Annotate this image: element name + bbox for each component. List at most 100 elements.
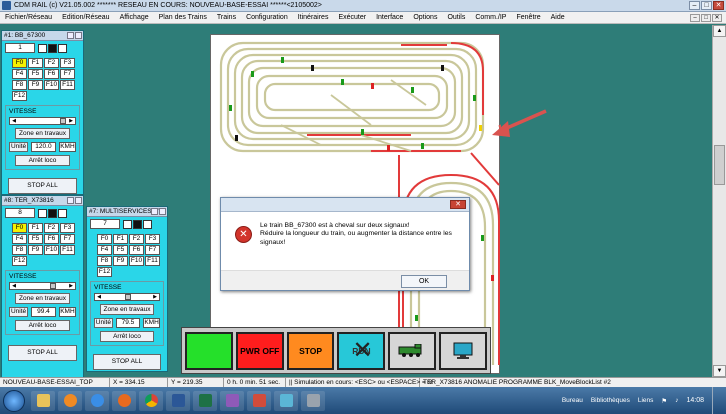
function-f11-button[interactable]: F11 xyxy=(60,245,75,255)
menu-options[interactable]: Options xyxy=(408,14,442,21)
slider-right-arrow-icon[interactable]: ▶ xyxy=(67,118,75,124)
menu-comm-ip[interactable]: Comm./IP xyxy=(470,14,511,21)
ok-button[interactable]: OK xyxy=(401,275,447,288)
slider-left-arrow-icon[interactable]: ◀ xyxy=(10,118,18,124)
menu-plan-trains[interactable]: Plan des Trains xyxy=(154,14,212,21)
function-f0-button[interactable]: F0 xyxy=(12,58,27,68)
slider-right-arrow-icon[interactable]: ▶ xyxy=(67,283,75,289)
stop-all-button[interactable]: STOP ALL xyxy=(93,354,161,370)
speed-value-field[interactable]: 79.5 xyxy=(115,318,141,328)
function-f1-button[interactable]: F1 xyxy=(113,234,128,244)
menu-affichage[interactable]: Affichage xyxy=(115,14,154,21)
screen-button[interactable] xyxy=(439,332,487,370)
menu-interface[interactable]: Interface xyxy=(371,14,408,21)
function-f12-button[interactable]: F12 xyxy=(12,256,27,266)
tray-bibliotheques[interactable]: Bibliothèques xyxy=(591,397,630,404)
minimize-button[interactable]: – xyxy=(689,1,700,10)
menu-trains[interactable]: Trains xyxy=(212,14,241,21)
speed-slider-thumb[interactable] xyxy=(50,283,56,289)
function-f8-button[interactable]: F8 xyxy=(12,245,27,255)
function-f4-button[interactable]: F4 xyxy=(12,234,27,244)
function-f10-button[interactable]: F10 xyxy=(44,245,59,255)
speed-slider[interactable]: ◀ ▶ xyxy=(94,293,160,301)
dialog-close-button[interactable]: ✕ xyxy=(450,200,466,209)
zone-travaux-button[interactable]: Zone en travaux xyxy=(15,128,70,139)
show-desktop-button[interactable] xyxy=(712,387,720,414)
tray-bureau[interactable]: Bureau xyxy=(562,397,583,404)
function-f0-button[interactable]: F0 xyxy=(97,234,112,244)
function-f10-button[interactable]: F10 xyxy=(44,80,59,90)
function-f12-button[interactable]: F12 xyxy=(97,267,112,277)
taskbar-app-word[interactable] xyxy=(166,390,190,411)
function-f2-button[interactable]: F2 xyxy=(44,58,59,68)
slider-left-arrow-icon[interactable]: ◀ xyxy=(95,294,103,300)
scroll-up-arrow-icon[interactable]: ▲ xyxy=(713,25,726,37)
start-button[interactable] xyxy=(3,389,25,412)
taskbar-app-media[interactable] xyxy=(58,390,82,411)
function-f9-button[interactable]: F9 xyxy=(28,80,43,90)
panel-minimize-button[interactable] xyxy=(67,197,74,204)
function-f10-button[interactable]: F10 xyxy=(129,256,144,266)
panel-close-button[interactable] xyxy=(159,208,166,215)
zone-travaux-button[interactable]: Zone en travaux xyxy=(15,293,70,304)
taskbar-app-excel[interactable] xyxy=(193,390,217,411)
function-f2-button[interactable]: F2 xyxy=(44,223,59,233)
vertical-scrollbar[interactable]: ▲ ▼ xyxy=(712,25,726,377)
function-f3-button[interactable]: F3 xyxy=(60,223,75,233)
unit-button[interactable]: Unité xyxy=(9,142,29,152)
menu-fichier[interactable]: Fichier/Réseau xyxy=(0,14,57,21)
function-f8-button[interactable]: F8 xyxy=(97,256,112,266)
locomotive-button[interactable] xyxy=(388,332,437,370)
function-f8-button[interactable]: F8 xyxy=(12,80,27,90)
taskbar-app-extra[interactable] xyxy=(274,390,298,411)
function-f3-button[interactable]: F3 xyxy=(60,58,75,68)
stop-all-button[interactable]: STOP ALL xyxy=(8,178,77,194)
loco-number-stepper[interactable]: 7 xyxy=(90,219,120,229)
tray-flag-icon[interactable]: ⚑ xyxy=(661,397,667,405)
slider-right-arrow-icon[interactable]: ▶ xyxy=(151,294,159,300)
function-f2-button[interactable]: F2 xyxy=(129,234,144,244)
panel-close-button[interactable] xyxy=(75,32,82,39)
speed-value-field[interactable]: 120.0 xyxy=(31,142,56,152)
loco-panel-8[interactable]: #8: TER_X73816 8 F0 F1 F2 F3 F4 F5 F6 F7… xyxy=(1,195,84,384)
taskbar-app-cdmrail[interactable] xyxy=(247,390,271,411)
function-f11-button[interactable]: F11 xyxy=(60,80,75,90)
menu-aide[interactable]: Aide xyxy=(546,14,570,21)
speed-slider[interactable]: ◀ ▶ xyxy=(9,117,76,125)
taskbar-app-other[interactable] xyxy=(220,390,244,411)
panel-minimize-button[interactable] xyxy=(67,32,74,39)
function-f7-button[interactable]: F7 xyxy=(60,234,75,244)
menu-itineraires[interactable]: Itinéraires xyxy=(293,14,334,21)
function-f7-button[interactable]: F7 xyxy=(60,69,75,79)
run-button[interactable]: RUN ✕ xyxy=(337,332,386,370)
function-f1-button[interactable]: F1 xyxy=(28,223,43,233)
function-f9-button[interactable]: F9 xyxy=(113,256,128,266)
function-f5-button[interactable]: F5 xyxy=(28,234,43,244)
speed-slider[interactable]: ◀ ▶ xyxy=(9,282,76,290)
menu-configuration[interactable]: Configuration xyxy=(241,14,293,21)
function-f12-button[interactable]: F12 xyxy=(12,91,27,101)
tray-liens[interactable]: Liens xyxy=(638,397,654,404)
scroll-down-arrow-icon[interactable]: ▼ xyxy=(713,365,726,377)
function-f5-button[interactable]: F5 xyxy=(113,245,128,255)
mdi-restore-button[interactable]: □ xyxy=(701,14,711,22)
loco-panel-7[interactable]: #7: MULTISERVICES_72 7 F0 F1 F2 F3 F4 F5… xyxy=(86,206,168,372)
arret-loco-button[interactable]: Arrêt loco xyxy=(100,331,154,342)
arret-loco-button[interactable]: Arrêt loco xyxy=(15,320,70,331)
scrollbar-thumb[interactable] xyxy=(714,145,725,185)
arret-loco-button[interactable]: Arrêt loco xyxy=(15,155,70,166)
menu-fenetre[interactable]: Fenêtre xyxy=(511,14,545,21)
taskbar-app-firefox[interactable] xyxy=(112,390,136,411)
loco-panel-1[interactable]: #1: BB_67300 1 F0 F1 F2 F3 F4 F5 F6 F7 F… xyxy=(1,30,84,195)
power-off-button[interactable]: PWR OFF xyxy=(235,332,284,370)
tray-volume-icon[interactable]: ♪ xyxy=(675,397,678,404)
mdi-close-button[interactable]: ✕ xyxy=(712,14,722,22)
unit-button[interactable]: Unité xyxy=(9,307,29,317)
tray-clock[interactable]: 14:08 xyxy=(686,397,704,404)
unit-button[interactable]: Unité xyxy=(94,318,113,328)
zone-travaux-button[interactable]: Zone en travaux xyxy=(100,304,154,315)
function-f1-button[interactable]: F1 xyxy=(28,58,43,68)
maximize-button[interactable]: □ xyxy=(701,1,712,10)
loco-number-stepper[interactable]: 8 xyxy=(5,208,35,218)
loco-number-stepper[interactable]: 1 xyxy=(5,43,35,53)
